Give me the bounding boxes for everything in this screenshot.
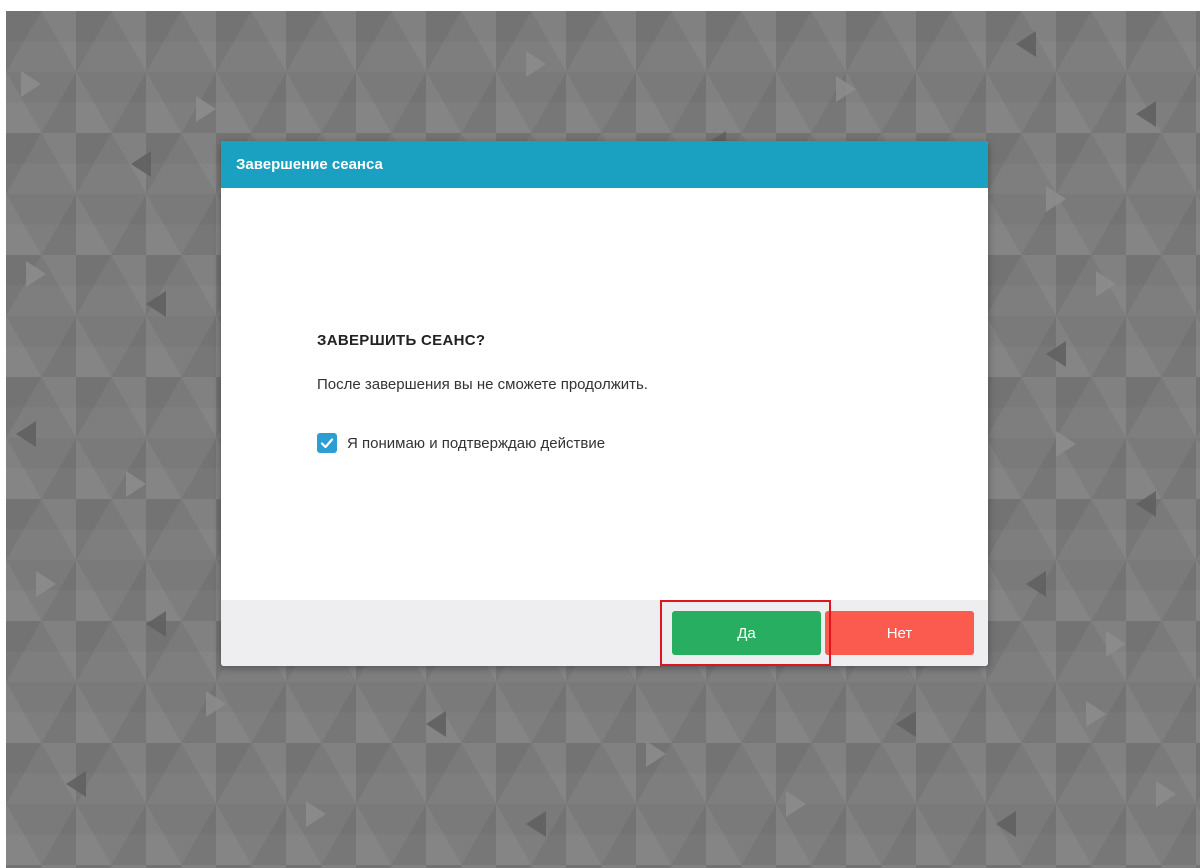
backdrop-pattern-shape [526,51,546,77]
backdrop-pattern-shape [306,801,326,827]
dialog-body: ЗАВЕРШИТЬ СЕАНС? После завершения вы не … [221,188,988,600]
dialog-footer: Да Нет [221,600,988,666]
backdrop-pattern-shape [1136,101,1156,127]
backdrop-pattern-shape [16,421,36,447]
backdrop-pattern-shape [66,771,86,797]
backdrop-pattern-shape [146,291,166,317]
backdrop-pattern-shape [21,71,41,97]
backdrop-pattern-shape [146,611,166,637]
backdrop-pattern-shape [786,791,806,817]
backdrop-pattern-shape [1026,571,1046,597]
backdrop-pattern-shape [1046,341,1066,367]
end-session-dialog: Завершение сеанса ЗАВЕРШИТЬ СЕАНС? После… [221,141,988,666]
backdrop-pattern-shape [36,571,56,597]
backdrop-pattern-shape [426,711,446,737]
confirm-checkbox[interactable] [317,433,337,453]
backdrop-pattern-shape [1056,431,1076,457]
backdrop-pattern-shape [126,471,146,497]
backdrop-pattern-shape [646,741,666,767]
backdrop-pattern-shape [836,76,856,102]
backdrop-pattern-shape [1086,701,1106,727]
dialog-message: После завершения вы не сможете продолжит… [317,376,648,393]
checkmark-icon [320,438,334,449]
backdrop-pattern-shape [1096,271,1116,297]
dialog-question: ЗАВЕРШИТЬ СЕАНС? [317,332,486,349]
backdrop-pattern-shape [526,811,546,837]
backdrop-pattern-shape [1136,491,1156,517]
backdrop-pattern-shape [196,96,216,122]
backdrop-pattern-shape [1046,186,1066,212]
backdrop-pattern-shape [996,811,1016,837]
no-button[interactable]: Нет [825,611,974,655]
backdrop-pattern-shape [26,261,46,287]
yes-button[interactable]: Да [672,611,821,655]
backdrop-pattern-shape [1156,781,1176,807]
backdrop-pattern-shape [896,711,916,737]
backdrop-pattern-shape [1016,31,1036,57]
backdrop-pattern-shape [206,691,226,717]
dialog-title: Завершение сеанса [221,141,988,188]
backdrop-pattern-shape [1106,631,1126,657]
confirm-checkbox-row[interactable]: Я понимаю и подтверждаю действие [317,433,605,453]
confirm-checkbox-label[interactable]: Я понимаю и подтверждаю действие [347,435,605,452]
backdrop-pattern-shape [131,151,151,177]
